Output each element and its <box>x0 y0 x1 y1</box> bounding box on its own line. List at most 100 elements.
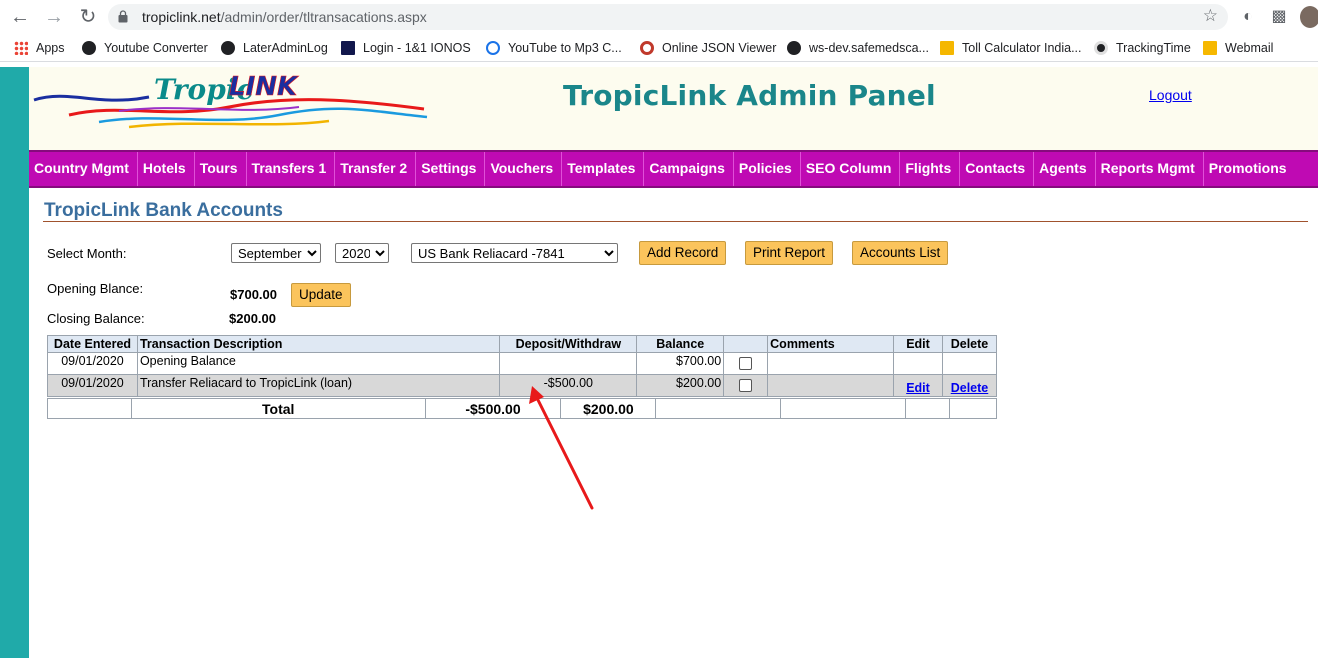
menu-flights[interactable]: Flights <box>900 152 961 186</box>
ionos-icon <box>341 41 355 55</box>
delete-link[interactable]: Delete <box>951 381 989 395</box>
bookmark-label: YouTube to Mp3 C... <box>508 41 622 55</box>
left-accent-bar <box>0 67 29 658</box>
bookmark-label: TrackingTime <box>1116 41 1191 55</box>
cloud-download-icon <box>486 41 500 55</box>
opening-balance-label: Opening Blance: <box>47 281 144 296</box>
col-edit: Edit <box>893 335 943 353</box>
menu-agents[interactable]: Agents <box>1034 152 1096 186</box>
back-arrow-icon[interactable]: ← <box>8 5 32 29</box>
menu-hotels[interactable]: Hotels <box>138 152 195 186</box>
bookmark-label: Youtube Converter <box>104 41 208 55</box>
edit-link[interactable]: Edit <box>906 381 930 395</box>
site-header: Tropic LINK TropicLink Admin Panel Logou… <box>29 67 1318 150</box>
month-select[interactable]: September <box>231 243 321 263</box>
cell-delete: Delete <box>941 374 998 397</box>
page-title: TropicLink Bank Accounts <box>44 200 283 221</box>
lock-icon <box>118 10 128 23</box>
col-comments: Comments <box>767 335 895 353</box>
tropiclink-logo: Tropic LINK <box>33 72 428 129</box>
forward-arrow-icon[interactable]: → <box>42 5 66 29</box>
bookmark-youtube-converter[interactable]: Youtube Converter <box>82 39 208 57</box>
menu-campaigns[interactable]: Campaigns <box>644 152 734 186</box>
profile-avatar[interactable] <box>1300 6 1318 28</box>
year-select[interactable]: 2020 <box>335 243 389 263</box>
update-button[interactable]: Update <box>291 283 351 307</box>
col-date-entered: Date Entered <box>47 335 138 353</box>
svg-text:LINK: LINK <box>229 72 299 102</box>
menu-promotions[interactable]: Promotions <box>1204 152 1295 186</box>
red-annotation-arrow <box>529 386 594 510</box>
globe-icon <box>82 41 96 55</box>
menu-transfer-2[interactable]: Transfer 2 <box>335 152 417 186</box>
total-blank-cell <box>780 398 907 419</box>
extensions-puzzle-icon[interactable]: ▩ <box>1269 7 1289 27</box>
bookmark-json-viewer[interactable]: Online JSON Viewer <box>640 39 776 57</box>
total-blank-cell <box>949 398 997 419</box>
account-select[interactable]: US Bank Reliacard -7841 <box>411 243 618 263</box>
reload-icon[interactable]: ↻ <box>76 5 100 29</box>
bookmark-trackingtime[interactable]: TrackingTime <box>1094 39 1191 57</box>
cell-comments <box>767 374 895 397</box>
bookmark-youtube-mp3[interactable]: YouTube to Mp3 C... <box>486 39 622 57</box>
bookmark-toll-calculator[interactable]: Toll Calculator India... <box>940 39 1082 57</box>
select-month-label: Select Month: <box>47 246 127 261</box>
total-label: Total <box>130 398 426 419</box>
add-record-button[interactable]: Add Record <box>639 241 727 265</box>
json-viewer-icon <box>640 41 654 55</box>
menu-templates[interactable]: Templates <box>562 152 645 186</box>
bookmark-label: Login - 1&1 IONOS <box>363 41 471 55</box>
opening-balance-value: $700.00 <box>230 287 277 302</box>
menu-contacts[interactable]: Contacts <box>960 152 1035 186</box>
total-blank-cell <box>905 398 951 419</box>
menu-settings[interactable]: Settings <box>416 152 486 186</box>
extension-moon-icon[interactable]: ◐ <box>1238 7 1258 27</box>
menu-seo-column[interactable]: SEO Column <box>801 152 901 186</box>
trackingtime-icon <box>1094 41 1108 55</box>
menu-transfers-1[interactable]: Transfers 1 <box>247 152 336 186</box>
address-bar[interactable]: tropiclink.net/admin/order/tltransacatio… <box>108 4 1228 30</box>
bookmark-label: ws-dev.safemedsca... <box>809 41 929 55</box>
cell-description: Opening Balance <box>136 352 501 375</box>
accounts-list-button[interactable]: Accounts List <box>852 241 949 265</box>
cell-date: 09/01/2020 <box>47 374 138 397</box>
bookmark-label: Apps <box>36 41 65 55</box>
print-report-button[interactable]: Print Report <box>745 241 834 265</box>
bookmark-ws-dev[interactable]: ws-dev.safemedsca... <box>787 39 929 57</box>
col-select <box>723 335 769 353</box>
cell-amount <box>499 352 638 375</box>
title-divider <box>43 221 1308 222</box>
bookmark-label: Webmail <box>1225 41 1274 55</box>
total-blank-cell <box>47 398 132 419</box>
col-delete: Delete <box>941 335 998 353</box>
url-text: tropiclink.net/admin/order/tltransacatio… <box>142 9 427 25</box>
bookmark-lateradminlog[interactable]: LaterAdminLog <box>221 39 328 57</box>
total-blank-cell <box>655 398 782 419</box>
cell-checkbox <box>723 352 769 375</box>
logout-link[interactable]: Logout <box>1149 87 1192 103</box>
bookmark-star-icon[interactable]: ☆ <box>1203 6 1218 26</box>
col-deposit-withdraw: Deposit/Withdraw <box>499 335 638 353</box>
admin-panel-title: TropicLink Admin Panel <box>563 79 936 112</box>
closing-balance-label: Closing Balance: <box>47 311 145 326</box>
cell-edit <box>893 352 943 375</box>
apps-grid-icon <box>14 41 28 55</box>
mail-icon <box>1203 41 1217 55</box>
row-checkbox[interactable] <box>739 357 753 370</box>
row-checkbox[interactable] <box>739 379 753 392</box>
toll-icon <box>940 41 954 55</box>
bookmarks-bar: Apps Youtube Converter LaterAdminLog Log… <box>0 34 1318 62</box>
menu-vouchers[interactable]: Vouchers <box>485 152 563 186</box>
globe-icon <box>221 41 235 55</box>
menu-reports-mgmt[interactable]: Reports Mgmt <box>1096 152 1204 186</box>
bookmark-label: LaterAdminLog <box>243 41 328 55</box>
menu-tours[interactable]: Tours <box>195 152 247 186</box>
menu-policies[interactable]: Policies <box>734 152 801 186</box>
table-header-row: Date Entered Transaction Description Dep… <box>47 335 998 353</box>
cell-comments <box>767 352 895 375</box>
main-menu: Country Mgmt Hotels Tours Transfers 1 Tr… <box>29 150 1318 188</box>
bookmark-webmail[interactable]: Webmail <box>1203 39 1273 57</box>
menu-country-mgmt[interactable]: Country Mgmt <box>29 152 138 186</box>
bookmark-apps[interactable]: Apps <box>14 39 65 57</box>
bookmark-ionos[interactable]: Login - 1&1 IONOS <box>341 39 471 57</box>
